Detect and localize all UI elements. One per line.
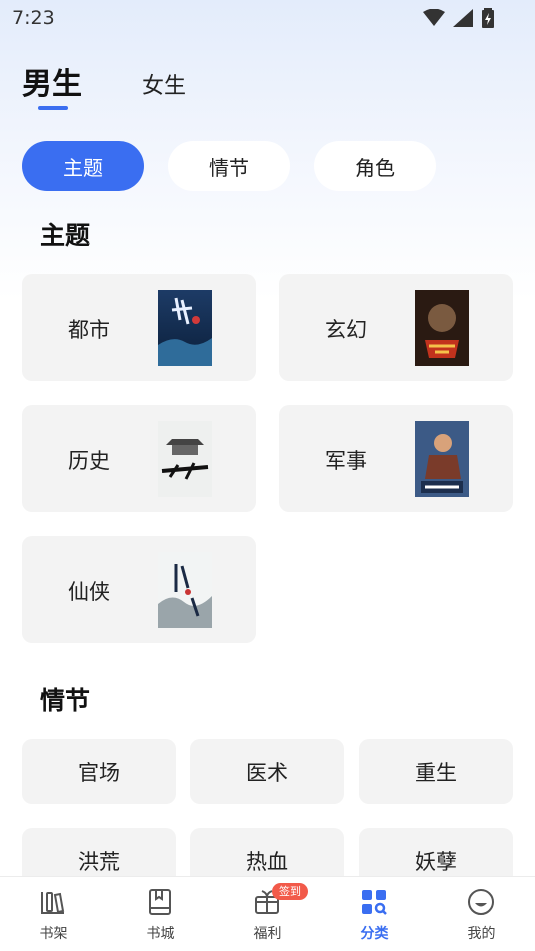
nav-label: 书架 — [39, 926, 68, 942]
tab-female[interactable]: 女生 — [142, 68, 186, 100]
plot-item[interactable]: 医术 — [190, 739, 344, 804]
nav-bookstore[interactable]: 书城 — [107, 877, 214, 951]
section-title-theme: 主题 — [40, 221, 91, 250]
book-cover-xianxia — [158, 552, 212, 628]
tab-indicator — [38, 106, 68, 110]
nav-category[interactable]: 分类 — [321, 877, 428, 951]
book-cover-junshi — [415, 421, 469, 497]
book-icon — [149, 889, 171, 915]
checkin-badge: 签到 — [272, 883, 308, 900]
battery-icon — [482, 8, 494, 28]
plot-item[interactable]: 官场 — [22, 739, 176, 804]
nav-label: 我的 — [467, 926, 496, 942]
nav-label: 福利 — [253, 926, 282, 942]
bookshelf-icon — [41, 892, 65, 914]
status-bar: 7:23 — [0, 0, 535, 36]
status-icons — [423, 8, 495, 28]
bottom-nav: 书架 书城 签到 福利 分类 我的 — [0, 876, 535, 951]
category-card-xianxia[interactable]: 仙侠 — [22, 536, 256, 643]
category-card-xuanhuan[interactable]: 玄幻 — [279, 274, 513, 381]
status-time: 7:23 — [12, 7, 55, 29]
signal-icon — [453, 9, 473, 27]
nav-bookshelf[interactable]: 书架 — [0, 877, 107, 951]
category-label: 玄幻 — [325, 318, 367, 342]
tab-male[interactable]: 男生 — [22, 59, 82, 103]
book-cover-xuanhuan — [415, 290, 469, 366]
nav-label: 分类 — [360, 926, 389, 942]
chip-role[interactable]: 角色 — [314, 141, 436, 191]
nav-welfare[interactable]: 签到 福利 — [214, 877, 321, 951]
category-card-junshi[interactable]: 军事 — [279, 405, 513, 512]
wifi-icon — [423, 9, 445, 26]
category-label: 历史 — [68, 449, 110, 473]
nav-label: 书城 — [146, 926, 175, 942]
chip-theme[interactable]: 主题 — [22, 141, 144, 191]
gender-tabs: 男生 女生 — [22, 62, 322, 114]
plot-item[interactable]: 重生 — [359, 739, 513, 804]
category-label: 都市 — [68, 318, 110, 342]
category-card-dushi[interactable]: 都市 — [22, 274, 256, 381]
profile-icon — [468, 889, 494, 915]
book-cover-lishi — [158, 421, 212, 497]
category-label: 仙侠 — [68, 580, 110, 604]
chip-plot[interactable]: 情节 — [168, 141, 290, 191]
category-card-lishi[interactable]: 历史 — [22, 405, 256, 512]
category-label: 军事 — [325, 449, 367, 473]
section-title-plot: 情节 — [40, 686, 91, 715]
book-cover-dushi — [158, 290, 212, 366]
nav-profile[interactable]: 我的 — [428, 877, 535, 951]
category-icon — [362, 890, 387, 915]
